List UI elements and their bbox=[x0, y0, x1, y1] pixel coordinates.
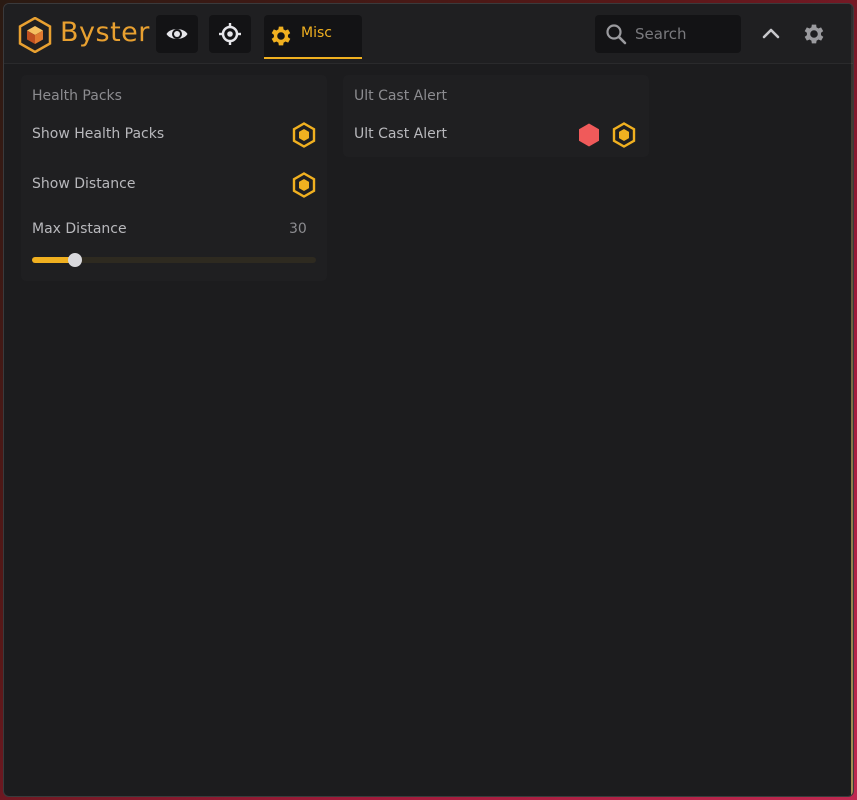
hexagon-toggle-icon[interactable] bbox=[612, 122, 636, 148]
max-distance-value: 30 bbox=[289, 221, 307, 237]
brand-name: Byster bbox=[60, 17, 150, 48]
byster-logo-icon bbox=[18, 17, 52, 53]
panel-title: Health Packs bbox=[32, 88, 122, 104]
header-bar: Byster Misc bbox=[4, 4, 853, 64]
show-health-packs-label: Show Health Packs bbox=[32, 126, 165, 142]
health-packs-panel: Health Packs Show Health Packs Show Dist… bbox=[21, 75, 327, 281]
hexagon-toggle-icon[interactable] bbox=[292, 122, 316, 148]
active-tab-indicator bbox=[264, 57, 362, 59]
chevron-up-icon[interactable] bbox=[760, 22, 782, 44]
tab-visuals[interactable] bbox=[156, 15, 198, 53]
crosshair-icon bbox=[219, 23, 241, 45]
ult-cast-alert-panel: Ult Cast Alert Ult Cast Alert bbox=[343, 75, 649, 157]
max-distance-label: Max Distance bbox=[32, 221, 127, 237]
search-box[interactable] bbox=[595, 15, 741, 53]
ult-cast-alert-label: Ult Cast Alert bbox=[354, 126, 447, 142]
gear-icon bbox=[271, 26, 291, 46]
eye-icon bbox=[166, 29, 188, 39]
search-input[interactable] bbox=[635, 24, 735, 44]
tab-misc[interactable]: Misc bbox=[264, 15, 362, 59]
app-window: Byster Misc Search Health Packs Show Hea… bbox=[3, 3, 854, 797]
tab-aim[interactable] bbox=[209, 15, 251, 53]
settings-gear-icon[interactable] bbox=[801, 21, 827, 47]
tab-misc-label: Misc bbox=[301, 25, 332, 41]
hexagon-toggle-icon[interactable] bbox=[292, 172, 316, 198]
slider-thumb[interactable] bbox=[67, 253, 82, 267]
panel-title: Ult Cast Alert bbox=[354, 88, 447, 104]
search-icon bbox=[606, 24, 627, 45]
color-picker-hexagon-icon[interactable] bbox=[577, 122, 601, 148]
show-distance-label: Show Distance bbox=[32, 176, 136, 192]
max-distance-slider[interactable] bbox=[32, 253, 316, 267]
